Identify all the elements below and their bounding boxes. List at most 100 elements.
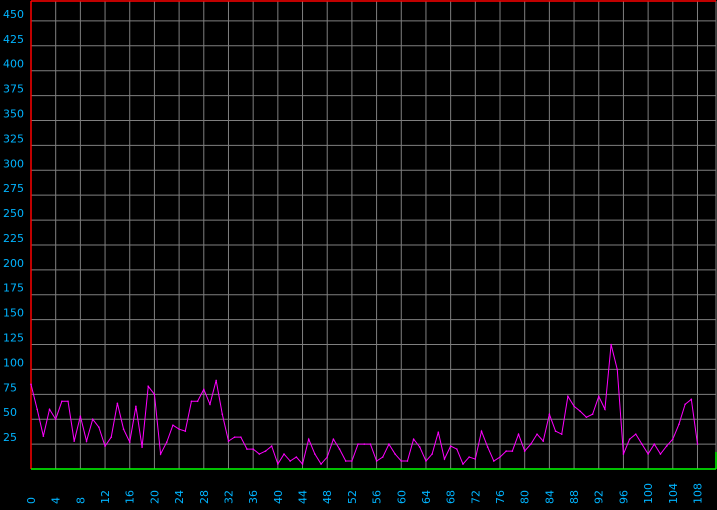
y-tick-label: 175 <box>3 282 24 295</box>
data-point <box>67 400 69 403</box>
y-tick-label: 325 <box>3 132 24 145</box>
data-point <box>54 418 57 421</box>
data-point <box>184 430 187 432</box>
data-point <box>104 445 106 447</box>
y-tick-label: 250 <box>3 207 24 220</box>
x-tick-label: 88 <box>568 490 581 504</box>
data-point <box>277 463 279 465</box>
x-tick-label: 80 <box>519 490 532 504</box>
data-point <box>443 458 446 460</box>
data-point <box>591 413 594 416</box>
data-point <box>696 443 699 445</box>
x-tick-label: 96 <box>617 490 630 504</box>
data-point <box>610 343 612 346</box>
x-tick-label: 48 <box>321 490 334 504</box>
data-point <box>672 438 674 440</box>
data-point <box>653 443 656 445</box>
data-point <box>400 460 403 462</box>
data-point <box>554 430 557 432</box>
data-point <box>48 408 51 411</box>
data-point <box>202 388 205 391</box>
data-point <box>548 413 551 416</box>
data-point <box>530 443 532 445</box>
data-point <box>597 395 600 398</box>
y-tick-label: 100 <box>3 356 24 369</box>
data-point <box>381 456 384 458</box>
data-point <box>628 438 631 440</box>
data-point <box>153 393 156 396</box>
data-point <box>468 456 470 458</box>
data-point <box>480 430 483 432</box>
data-point <box>412 438 415 440</box>
data-point <box>406 460 409 462</box>
data-point <box>190 400 193 403</box>
y-tick-label: 75 <box>3 381 17 394</box>
x-tick-label: 84 <box>543 490 556 504</box>
data-point <box>320 463 322 465</box>
data-point <box>36 408 38 411</box>
y-tick-label: 400 <box>3 58 24 71</box>
data-point <box>678 423 680 425</box>
data-point <box>307 438 310 440</box>
data-point <box>141 446 143 448</box>
data-point <box>517 433 520 435</box>
data-point <box>91 418 94 421</box>
y-tick-label: 150 <box>3 307 24 320</box>
data-point <box>270 445 273 447</box>
data-point <box>30 383 32 386</box>
data-point <box>388 443 390 445</box>
data-point <box>363 443 366 445</box>
data-point <box>394 453 396 455</box>
data-point <box>474 458 477 460</box>
x-tick-label: 36 <box>247 490 260 504</box>
data-point <box>369 443 372 445</box>
data-point <box>560 433 563 435</box>
data-point <box>579 410 582 413</box>
data-point <box>85 440 88 442</box>
data-point <box>252 448 254 450</box>
y-tick-label: 425 <box>3 33 24 46</box>
x-tick-label: 52 <box>346 490 359 504</box>
data-point <box>61 400 63 403</box>
y-tick-label: 375 <box>3 83 24 96</box>
data-point <box>511 450 514 452</box>
data-point <box>493 460 495 462</box>
data-point <box>351 460 353 462</box>
data-point <box>647 453 649 455</box>
line-chart: 2550751001251501752002252502753003253503… <box>0 0 717 505</box>
x-tick-label: 16 <box>124 490 137 504</box>
y-tick-label: 275 <box>3 182 24 195</box>
x-tick-label: 60 <box>395 490 408 504</box>
data-point <box>375 460 378 462</box>
plot-background <box>0 0 717 505</box>
data-point <box>684 403 686 406</box>
data-point <box>42 435 45 437</box>
data-point <box>128 441 131 443</box>
chart: 25 50 75 100 125 150 175 200 225 250 275 300 325 350 3… <box>0 0 717 505</box>
data-point <box>159 453 162 455</box>
data-point <box>283 453 285 455</box>
data-point <box>209 403 211 406</box>
x-tick-label: 72 <box>469 490 482 504</box>
data-point <box>246 448 248 450</box>
data-point <box>301 463 304 465</box>
data-point <box>659 453 662 455</box>
data-point <box>616 368 619 371</box>
data-point <box>338 448 341 450</box>
data-point <box>418 446 421 448</box>
y-tick-label: 50 <box>3 406 17 419</box>
data-point <box>233 436 236 438</box>
data-point <box>110 436 113 438</box>
x-tick-label: 100 <box>642 483 655 504</box>
data-point <box>314 453 316 455</box>
data-point <box>196 400 199 403</box>
data-point <box>431 453 433 455</box>
x-tick-label: 104 <box>667 483 680 504</box>
data-point <box>505 450 507 452</box>
data-point <box>585 416 588 419</box>
x-tick-label: 64 <box>420 490 433 504</box>
data-point <box>462 463 464 465</box>
data-point <box>178 428 180 430</box>
y-tick-label: 350 <box>3 107 24 120</box>
x-tick-label: 12 <box>99 490 112 504</box>
